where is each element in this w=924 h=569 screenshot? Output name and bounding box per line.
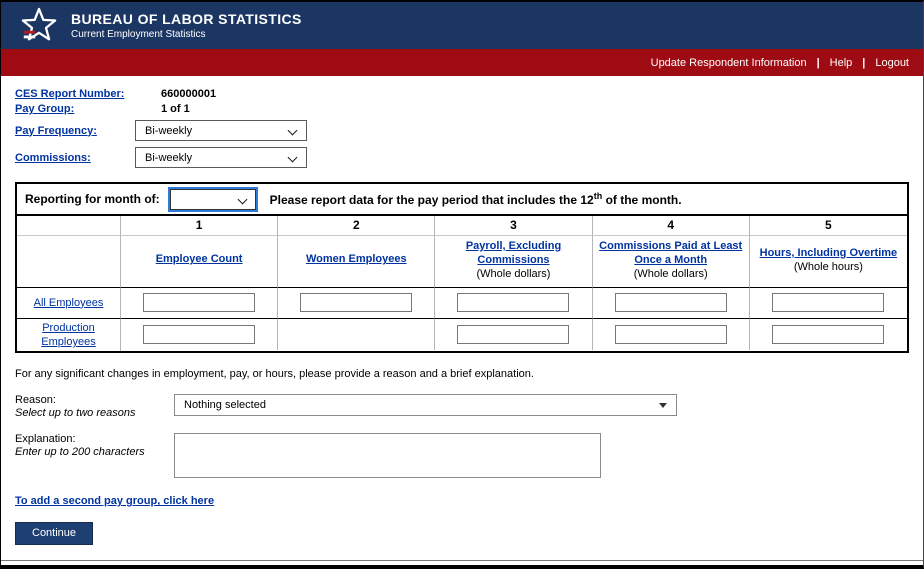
table-cell [593,288,750,319]
hours-overtime-link[interactable]: Hours, Including Overtime [760,247,898,261]
continue-button[interactable]: Continue [15,522,93,545]
pay-group-label[interactable]: Pay Group: [15,103,135,115]
commissions-label[interactable]: Commissions: [15,152,135,164]
column-number-3: 3 [435,216,592,236]
reason-selected-value: Nothing selected [184,399,266,411]
commissions-row: Commissions: Bi-weekly [15,147,923,168]
top-nav-bar: Update Respondent Information | Help | L… [1,49,923,76]
column-number-4: 4 [593,216,750,236]
women-employees-link[interactable]: Women Employees [306,253,407,267]
column-header-payroll: Payroll, Excluding Commissions (Whole do… [435,236,592,288]
explanation-field-row: Explanation: Enter up to 200 characters [15,433,909,478]
data-grid: 1 2 3 4 5 Employee Count Women Employees… [17,216,907,351]
nav-separator: | [817,57,820,69]
app-title: BUREAU OF LABOR STATISTICS [71,11,302,27]
app-subtitle: Current Employment Statistics [71,29,302,40]
ces-report-number-value: 660000001 [161,88,216,100]
pay-group-value: 1 of 1 [161,103,190,115]
footer: If you have questions or comments, pleas… [1,560,923,569]
column-number-5: 5 [750,216,907,236]
nav-help-link[interactable]: Help [830,57,853,69]
report-info-section: CES Report Number: 660000001 Pay Group: … [1,76,923,168]
superscript-th: th [594,191,603,201]
all-employees-link[interactable]: All Employees [34,296,104,310]
reporting-instruction: Please report data for the pay period th… [270,191,682,207]
caret-down-icon [659,403,667,408]
commissions-selected-value: Bi-weekly [145,152,192,164]
ces-report-number-row: CES Report Number: 660000001 [15,88,923,100]
explanation-label: Explanation: [15,433,174,445]
explanation-labels: Explanation: Enter up to 200 characters [15,433,174,458]
column-header-hours: Hours, Including Overtime (Whole hours) [750,236,907,288]
column-number-2: 2 [278,216,435,236]
add-second-pay-group-link[interactable]: To add a second pay group, click here [15,495,214,507]
reporting-month-label: Reporting for month of: [25,192,160,206]
column-number-1: 1 [121,216,278,236]
table-cell [750,288,907,319]
row-label-all-employees: All Employees [17,288,121,319]
pay-group-row: Pay Group: 1 of 1 [15,103,923,115]
reporting-table: Reporting for month of: Please report da… [15,182,909,353]
production-employees-link[interactable]: Production Employees [23,321,114,350]
nav-separator: | [862,57,865,69]
nav-logout-link[interactable]: Logout [875,57,909,69]
column-header-employee-count: Employee Count [121,236,278,288]
table-cell [750,319,907,350]
changes-note: For any significant changes in employmen… [15,368,909,380]
chevron-down-icon [237,194,247,204]
explanation-hint: Enter up to 200 characters [15,446,174,458]
table-cell [121,319,278,350]
payroll-link[interactable]: Payroll, Excluding Commissions [441,240,585,268]
column-header-commissions: Commissions Paid at Least Once a Month (… [593,236,750,288]
production-employees-commissions-input[interactable] [615,325,727,344]
table-cell [435,288,592,319]
ces-report-number-label[interactable]: CES Report Number: [15,88,135,100]
page: BUREAU OF LABOR STATISTICS Current Emplo… [0,0,924,569]
all-employees-commissions-input[interactable] [615,293,727,312]
table-cell-empty [278,319,435,350]
reason-select[interactable]: Nothing selected [174,394,677,416]
chevron-down-icon [288,153,298,163]
reason-hint: Select up to two reasons [15,407,174,419]
employee-count-link[interactable]: Employee Count [156,253,243,267]
table-cell [278,288,435,319]
all-employees-payroll-input[interactable] [457,293,569,312]
production-employees-employee-count-input[interactable] [143,325,255,344]
nav-update-respondent-link[interactable]: Update Respondent Information [651,57,807,69]
reporting-month-row: Reporting for month of: Please report da… [17,184,907,216]
header-titles: BUREAU OF LABOR STATISTICS Current Emplo… [71,11,302,40]
header-bar: BUREAU OF LABOR STATISTICS Current Emplo… [1,2,923,49]
reason-field-row: Reason: Select up to two reasons Nothing… [15,394,909,419]
pay-frequency-selected-value: Bi-weekly [145,125,192,137]
pay-frequency-row: Pay Frequency: Bi-weekly [15,120,923,141]
table-cell [593,319,750,350]
all-employees-employee-count-input[interactable] [143,293,255,312]
pay-frequency-label[interactable]: Pay Frequency: [15,125,135,137]
table-cell [121,288,278,319]
corner-cell [17,216,121,236]
production-employees-payroll-input[interactable] [457,325,569,344]
chevron-down-icon [288,126,298,136]
commissions-paid-link[interactable]: Commissions Paid at Least Once a Month [599,240,743,268]
all-employees-hours-input[interactable] [772,293,884,312]
production-employees-hours-input[interactable] [772,325,884,344]
reason-labels: Reason: Select up to two reasons [15,394,174,419]
bls-logo-icon [19,7,59,45]
reporting-month-select[interactable] [170,189,256,210]
pay-frequency-select[interactable]: Bi-weekly [135,120,307,141]
table-cell [435,319,592,350]
explanation-textarea[interactable] [174,433,601,478]
column-header-women-employees: Women Employees [278,236,435,288]
corner-header-cell [17,236,121,288]
reason-label: Reason: [15,394,174,406]
all-employees-women-employees-input[interactable] [300,293,412,312]
row-label-production-employees: Production Employees [17,319,121,352]
add-pay-group-row: To add a second pay group, click here [15,495,909,507]
commissions-select[interactable]: Bi-weekly [135,147,307,168]
